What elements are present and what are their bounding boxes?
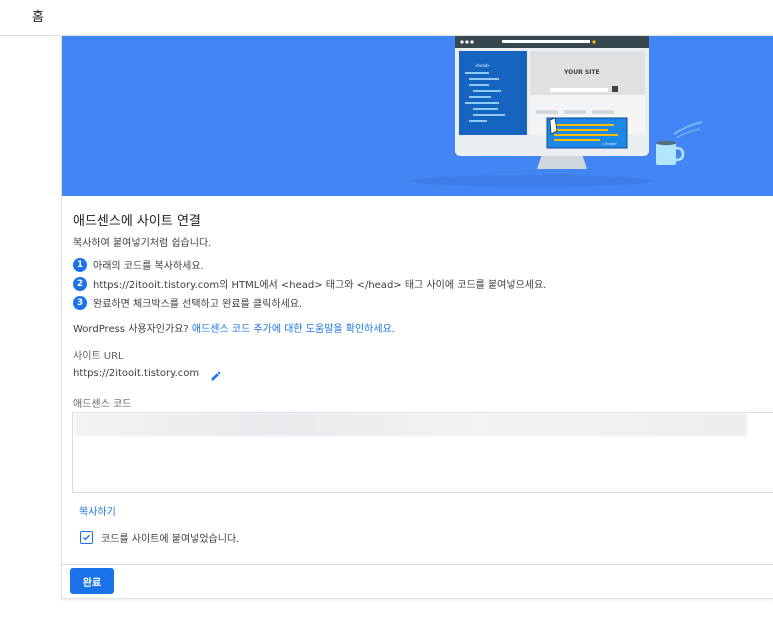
wordpress-question: WordPress 사용자인가요? (73, 324, 192, 335)
monitor-stand (537, 154, 587, 169)
floor-shadow (412, 175, 652, 187)
footer-divider (62, 564, 773, 565)
pasted-checkbox-row[interactable]: 코드를 사이트에 붙여넣었습니다. (80, 530, 239, 545)
checkbox-label: 코드를 사이트에 붙여넣었습니다. (101, 534, 240, 545)
top-bar: 홈 (0, 0, 773, 36)
step-number-badge: 2 (73, 276, 87, 291)
checkmark-icon (83, 534, 90, 541)
svg-text:YOUR SITE: YOUR SITE (563, 69, 600, 76)
wordpress-help: WordPress 사용자인가요? 애드센스 코드 추가에 대한 도움말을 확인… (73, 320, 395, 335)
step-2: 2 https://2itooit.tistory.com의 HTML에서 <h… (73, 276, 546, 291)
step-text: https://2itooit.tistory.com의 HTML에서 <hea… (93, 280, 547, 291)
site-url-value: https://2itooit.tistory.com (73, 368, 200, 379)
edit-pencil-icon[interactable] (210, 367, 222, 386)
wordpress-help-link[interactable]: 애드센스 코드 추가에 대한 도움말을 확인하세요. (192, 324, 395, 335)
step-1: 1 아래의 코드를 복사하세요. (73, 257, 204, 272)
svg-text:<head>: <head> (475, 63, 490, 68)
blurred-code (75, 413, 747, 436)
site-url-label: 사이트 URL (73, 351, 124, 362)
dialog-subtitle: 복사하여 붙여넣기처럼 쉽습니다. (73, 238, 212, 249)
step-text: 완료하면 체크박스를 선택하고 완료를 클릭하세요. (93, 299, 303, 310)
copy-button[interactable]: 복사하기 (79, 503, 116, 518)
coffee-cup-icon (656, 143, 676, 165)
code-pane (459, 51, 527, 135)
checkbox[interactable] (80, 531, 93, 544)
adsense-code-label: 애드센스 코드 (73, 399, 132, 410)
adsense-code-box[interactable] (72, 412, 773, 493)
banner-illustration: <head> YOUR SITE </head> (62, 36, 773, 196)
done-button[interactable]: 완료 (70, 568, 114, 594)
home-title: 홈 (32, 10, 44, 25)
step-3: 3 완료하면 체크박스를 선택하고 완료를 클릭하세요. (73, 295, 302, 310)
step-number-badge: 1 (73, 257, 87, 272)
dialog-title: 애드센스에 사이트 연결 (73, 214, 201, 229)
step-text: 아래의 코드를 복사하세요. (93, 261, 204, 272)
svg-text:</head>: </head> (602, 142, 617, 146)
adsense-connect-card: <head> YOUR SITE </head> 애드센스에 사이트 연결 복사… (61, 36, 773, 599)
step-number-badge: 3 (73, 295, 87, 310)
